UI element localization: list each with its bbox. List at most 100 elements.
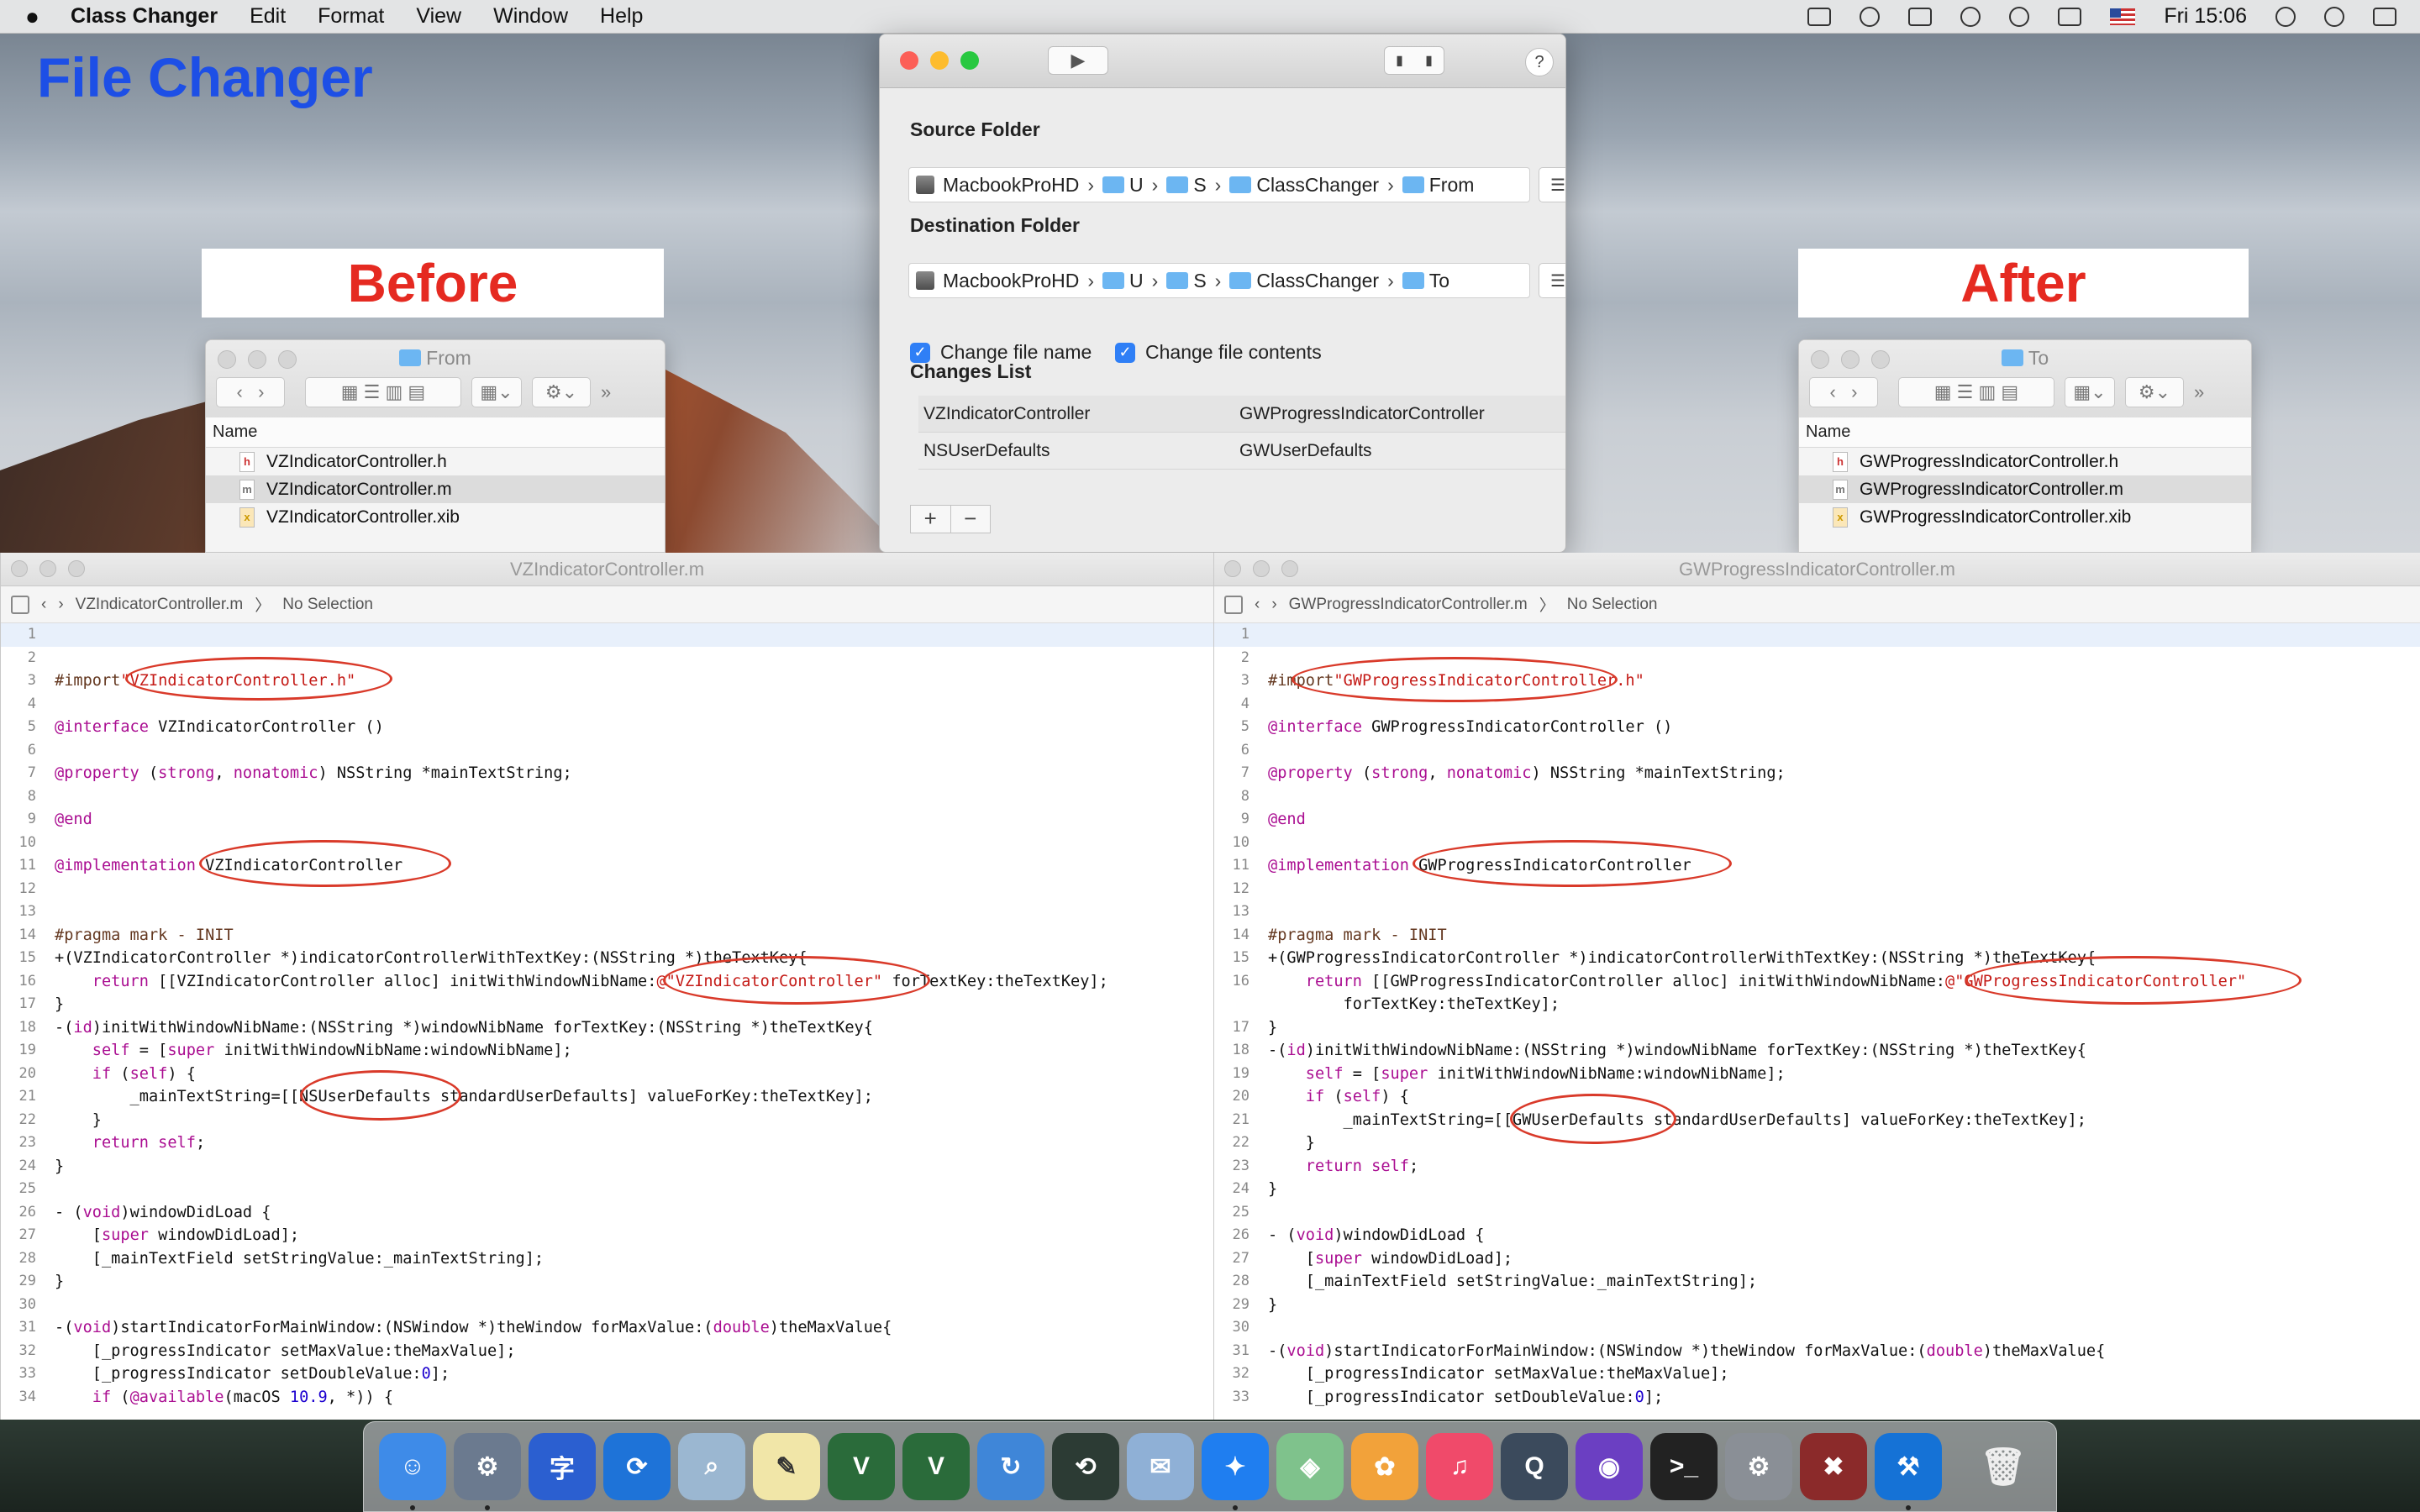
table-row[interactable]: VZIndicatorController GWProgressIndicator… — [918, 396, 1565, 433]
change-from-cell[interactable]: VZIndicatorController — [918, 404, 1239, 424]
help-button[interactable]: ? — [1525, 48, 1554, 76]
battery-icon[interactable] — [2058, 7, 2082, 26]
remove-button[interactable]: − — [951, 506, 991, 533]
refresh-icon[interactable]: ↻ — [977, 1433, 1044, 1500]
close-button[interactable] — [900, 51, 918, 70]
quicktime-icon[interactable]: Q — [1501, 1433, 1568, 1500]
destination-browse-button[interactable]: ☰ — [1539, 263, 1565, 298]
photos-icon[interactable]: ✿ — [1351, 1433, 1418, 1500]
zoom-button[interactable] — [1281, 560, 1298, 577]
file-row[interactable]: h GWProgressIndicatorController.h — [1799, 448, 2251, 475]
zoom-button[interactable] — [960, 51, 979, 70]
minimize-button[interactable] — [930, 51, 949, 70]
file-row[interactable]: m GWProgressIndicatorController.m — [1799, 475, 2251, 503]
wifi-icon[interactable] — [1960, 6, 1981, 27]
source-path-control[interactable]: MacbookProHD › U › S › ClassChanger › From — [908, 167, 1530, 202]
menu-extra-icon[interactable] — [1807, 7, 1832, 26]
arrange-button[interactable]: ▦⌄ — [2065, 377, 2115, 407]
path-segment[interactable]: U — [1129, 270, 1144, 292]
volume-icon[interactable] — [2009, 6, 2030, 27]
file-row[interactable]: h VZIndicatorController.h — [206, 448, 665, 475]
maps-icon[interactable]: ◈ — [1276, 1433, 1344, 1500]
forward-icon[interactable]: › — [1271, 596, 1276, 614]
gear-icon[interactable]: ⚙⌄ — [532, 377, 591, 407]
network-icon[interactable] — [1860, 6, 1881, 27]
apple-icon[interactable]: ● — [25, 3, 50, 30]
change-to-cell[interactable]: GWProgressIndicatorController — [1239, 404, 1485, 424]
breadcrumb-selection[interactable]: No Selection — [282, 596, 373, 614]
preview-icon[interactable]: ⌕ — [678, 1433, 745, 1500]
file-row[interactable]: m VZIndicatorController.m — [206, 475, 665, 503]
terminal-icon[interactable]: >_ — [1650, 1433, 1718, 1500]
path-segment[interactable]: S — [1193, 174, 1206, 197]
notification-center-icon[interactable] — [2373, 7, 2396, 26]
forward-icon[interactable]: › — [58, 596, 63, 614]
breadcrumb-selection[interactable]: No Selection — [1567, 596, 1658, 614]
menu-app-name[interactable]: Class Changer — [71, 4, 218, 29]
left-panel-icon[interactable]: ▮ — [1396, 52, 1403, 69]
path-segment[interactable]: MacbookProHD — [943, 174, 1079, 197]
minimize-button[interactable] — [39, 560, 56, 577]
source-browse-button[interactable]: ☰ — [1539, 167, 1565, 202]
trash-app-icon[interactable]: ✖ — [1800, 1433, 1867, 1500]
menu-window[interactable]: Window — [493, 4, 568, 29]
spotlight-search-icon[interactable] — [2324, 6, 2344, 27]
file-row[interactable]: x GWProgressIndicatorController.xib — [1799, 503, 2251, 531]
related-items-icon[interactable] — [1224, 595, 1243, 614]
zoom-button[interactable] — [68, 560, 85, 577]
system-preferences-icon[interactable]: ⚙ — [454, 1433, 521, 1510]
breadcrumb-file[interactable]: VZIndicatorController.m — [76, 596, 244, 614]
column-header-name[interactable]: Name — [1799, 417, 2251, 448]
settings-icon[interactable]: ⚙ — [1725, 1433, 1792, 1500]
menu-edit[interactable]: Edit — [250, 4, 286, 29]
more-icon[interactable]: » — [2194, 381, 2204, 403]
change-file-contents-checkbox[interactable]: ✓ Change file contents — [1115, 341, 1322, 364]
change-from-cell[interactable]: NSUserDefaults — [918, 441, 1239, 461]
vpn-icon-2[interactable]: V — [902, 1433, 970, 1500]
mail-icon[interactable]: ✉ — [1127, 1433, 1194, 1500]
arrange-button[interactable]: ▦⌄ — [471, 377, 522, 407]
sync-icon[interactable]: ⟳ — [603, 1433, 671, 1500]
add-button[interactable]: + — [911, 506, 951, 533]
view-mode-control[interactable]: ▦ ☰ ▥ ▤ — [1898, 377, 2054, 407]
translate-icon[interactable]: 字 — [529, 1433, 596, 1500]
back-forward-button[interactable]: ‹ › — [216, 377, 285, 407]
table-row[interactable]: NSUserDefaults GWUserDefaults — [918, 433, 1565, 470]
run-button[interactable]: ▶ — [1048, 46, 1108, 75]
path-segment[interactable]: ClassChanger — [1256, 174, 1379, 197]
view-mode-control[interactable]: ▦ ☰ ▥ ▤ — [305, 377, 461, 407]
path-segment[interactable]: ClassChanger — [1256, 270, 1379, 292]
menu-clock[interactable]: Fri 15:06 — [2164, 4, 2247, 29]
breadcrumb-file[interactable]: GWProgressIndicatorController.m — [1289, 596, 1528, 614]
close-button[interactable] — [1224, 560, 1241, 577]
input-source-flag-icon[interactable] — [2110, 8, 2136, 25]
right-panel-icon[interactable]: ▮ — [1425, 52, 1433, 69]
finder-icon[interactable]: ☺ — [379, 1433, 446, 1510]
column-header-name[interactable]: Name — [206, 417, 665, 448]
minimize-button[interactable] — [1253, 560, 1270, 577]
path-segment[interactable]: To — [1429, 270, 1449, 292]
path-segment[interactable]: U — [1129, 174, 1144, 197]
gear-icon[interactable]: ⚙⌄ — [2125, 377, 2184, 407]
siri-icon[interactable]: ◉ — [1576, 1433, 1643, 1500]
vpn-icon[interactable]: V — [828, 1433, 895, 1500]
menu-view[interactable]: View — [416, 4, 461, 29]
path-segment[interactable]: S — [1193, 270, 1206, 292]
time-machine-icon[interactable]: ⟲ — [1052, 1433, 1119, 1500]
close-button[interactable] — [11, 560, 28, 577]
trash-icon[interactable]: 🗑 — [1970, 1433, 2037, 1500]
back-icon[interactable]: ‹ — [41, 596, 46, 614]
textedit-icon[interactable]: ✎ — [753, 1433, 820, 1500]
path-segment[interactable]: MacbookProHD — [943, 270, 1079, 292]
user-icon[interactable] — [2275, 6, 2296, 27]
back-icon[interactable]: ‹ — [1255, 596, 1260, 614]
destination-path-control[interactable]: MacbookProHD › U › S › ClassChanger › To — [908, 263, 1530, 298]
menu-format[interactable]: Format — [318, 4, 384, 29]
code-area[interactable]: 1 2 3 #import"VZIndicatorController.h" 4 … — [1, 623, 1213, 1420]
change-to-cell[interactable]: GWUserDefaults — [1239, 441, 1372, 461]
related-items-icon[interactable] — [11, 595, 29, 614]
menu-help[interactable]: Help — [600, 4, 643, 29]
more-icon[interactable]: » — [601, 381, 611, 403]
panel-toggle-control[interactable]: ▮ ▮ — [1384, 46, 1444, 75]
back-forward-button[interactable]: ‹ › — [1809, 377, 1878, 407]
